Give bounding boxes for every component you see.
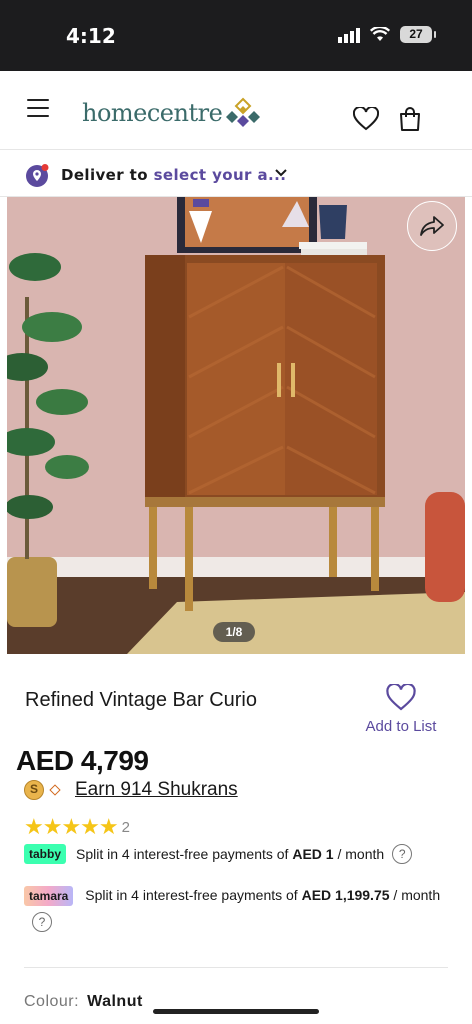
tamara-logo: tamara bbox=[24, 886, 74, 906]
deliver-address-link[interactable]: select your a... bbox=[154, 166, 287, 184]
image-counter: 1/8 bbox=[213, 622, 255, 642]
heart-icon bbox=[386, 682, 416, 711]
status-time: 4:12 bbox=[66, 24, 116, 48]
wifi-icon bbox=[370, 27, 390, 41]
menu-icon[interactable] bbox=[27, 99, 49, 117]
tamara-amount: AED 1,199.75 bbox=[301, 887, 390, 903]
colour-selector: Colour: Walnut bbox=[24, 993, 143, 1011]
product-rating[interactable]: ★★★★★ 2 bbox=[24, 814, 130, 840]
share-icon bbox=[420, 216, 444, 236]
tabby-amount: AED 1 bbox=[292, 846, 334, 862]
home-indicator[interactable] bbox=[153, 1009, 319, 1014]
rating-count: 2 bbox=[121, 818, 130, 836]
colour-label: Colour: bbox=[24, 993, 80, 1010]
product-image bbox=[7, 197, 465, 654]
product-image-gallery[interactable]: 1/8 bbox=[7, 197, 465, 654]
logo-mark-icon bbox=[226, 97, 261, 127]
signal-icon bbox=[338, 27, 360, 43]
status-bar: 4:12 27 bbox=[0, 0, 472, 71]
add-to-list-label: Add to List bbox=[365, 718, 437, 735]
deliver-prefix: Deliver to bbox=[61, 166, 148, 184]
product-price: AED 4,799 bbox=[16, 745, 149, 776]
deliver-label: Deliver to select your a... bbox=[61, 166, 286, 184]
tamara-suffix: / month bbox=[393, 887, 441, 903]
colour-value: Walnut bbox=[87, 993, 143, 1010]
shopping-bag-icon[interactable] bbox=[398, 106, 422, 132]
product-title: Refined Vintage Bar Curio bbox=[25, 689, 257, 711]
wishlist-heart-icon[interactable] bbox=[353, 107, 379, 131]
shukran-diamond-icon bbox=[49, 784, 61, 796]
status-icons: 27 bbox=[338, 26, 436, 43]
chevron-down-icon[interactable] bbox=[274, 168, 288, 178]
location-pin-icon bbox=[26, 164, 49, 187]
deliver-to-selector[interactable]: Deliver to select your a... bbox=[0, 149, 472, 197]
logo[interactable]: homecentre bbox=[82, 97, 261, 129]
tamara-installments: tamara Split in 4 interest-free payments… bbox=[24, 882, 454, 934]
earn-shukrans-link[interactable]: Earn 914 Shukrans bbox=[75, 779, 238, 801]
shukran-rewards: S Earn 914 Shukrans bbox=[24, 779, 238, 801]
tabby-help-icon[interactable]: ? bbox=[392, 844, 413, 864]
tabby-suffix: / month bbox=[337, 846, 385, 862]
tamara-help-icon[interactable]: ? bbox=[32, 912, 52, 932]
share-button[interactable] bbox=[407, 201, 457, 251]
tabby-installments: tabby Split in 4 interest-free payments … bbox=[24, 844, 413, 864]
section-divider bbox=[24, 967, 448, 968]
app-header: homecentre bbox=[0, 71, 472, 149]
rating-stars: ★★★★★ bbox=[24, 814, 119, 839]
tabby-logo: tabby bbox=[24, 844, 67, 864]
battery-indicator: 27 bbox=[400, 26, 436, 43]
shukran-coin-icon: S bbox=[24, 780, 44, 800]
tabby-text: Split in 4 interest-free payments of bbox=[76, 846, 289, 862]
tamara-text: Split in 4 interest-free payments of bbox=[85, 887, 298, 903]
add-to-list-button[interactable]: Add to List bbox=[356, 682, 446, 735]
logo-text: homecentre bbox=[82, 99, 223, 127]
